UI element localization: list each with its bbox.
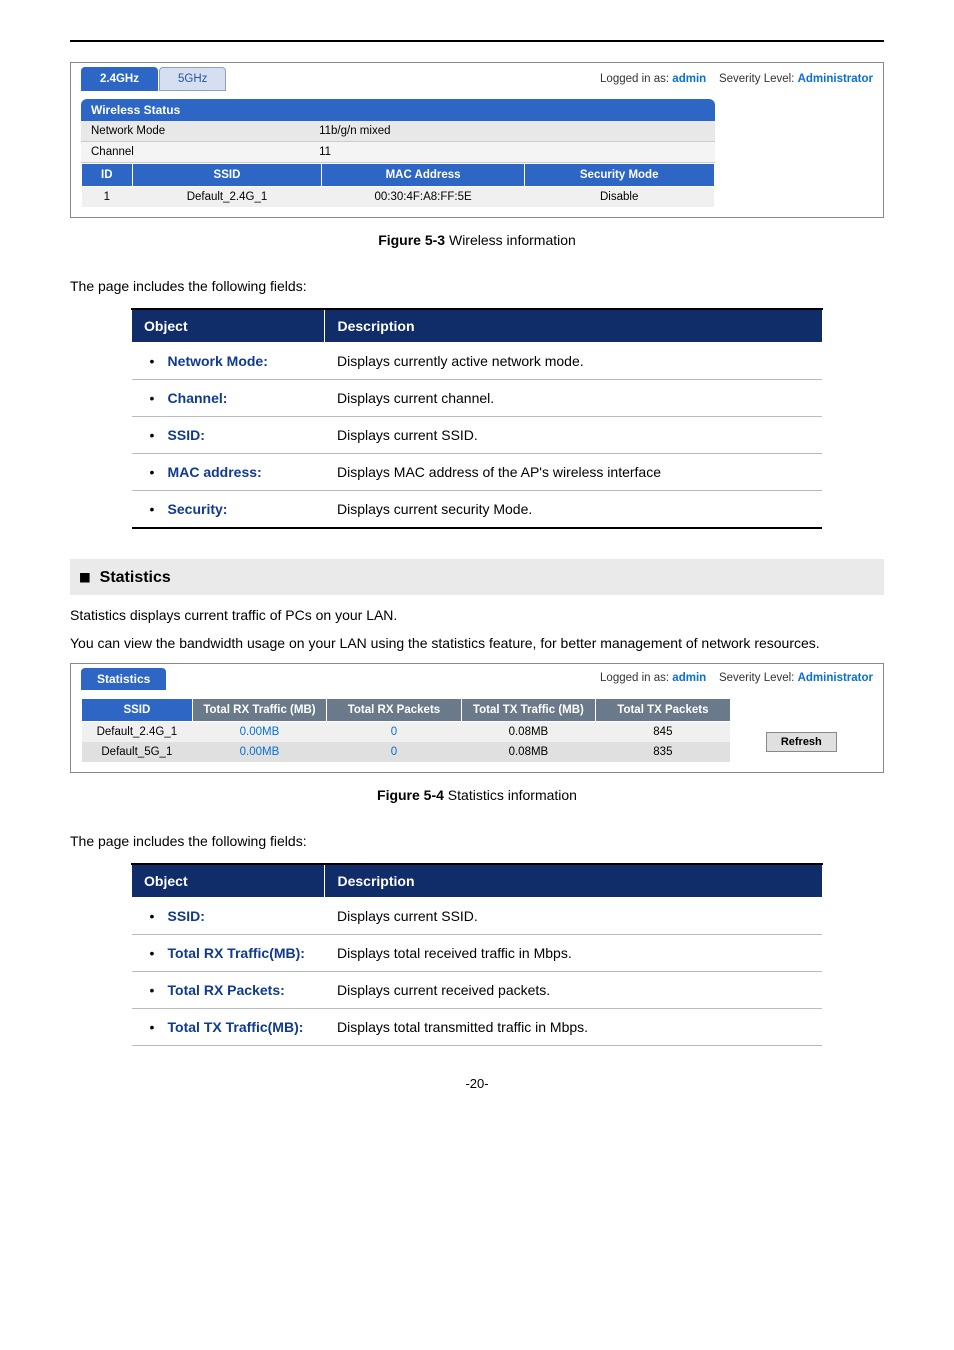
stats-r1-txp: 835 <box>596 742 730 762</box>
stats-r0-txp: 845 <box>596 722 730 743</box>
figure-5-4-label: Figure 5-4 <box>377 787 444 803</box>
stats-col-rxmb: Total RX Traffic (MB) <box>192 699 326 722</box>
stats-r1-rxp: 0 <box>327 742 461 762</box>
stats-r0-txmb: 0.08MB <box>461 722 595 743</box>
logged-in-user-2: admin <box>672 672 706 684</box>
statistics-section-header: Statistics <box>81 668 166 690</box>
figure-5-3-text: Wireless information <box>445 232 576 248</box>
desc2-h-object: Object <box>132 864 325 898</box>
desc1-r2-desc: Displays current SSID. <box>325 417 822 454</box>
statistics-fields-table: Object Description SSID:Displays current… <box>131 863 823 1046</box>
col-security: Security Mode <box>524 164 714 187</box>
desc1-h-desc: Description <box>325 309 822 343</box>
stats-para-1: Statistics displays current traffic of P… <box>70 607 884 623</box>
severity-label-2: Severity Level: <box>719 672 794 684</box>
network-mode-value: 11b/g/n mixed <box>309 121 715 142</box>
desc1-r3-desc: Displays MAC address of the AP's wireles… <box>325 454 822 491</box>
logged-in-label-2: Logged in as: <box>600 672 669 684</box>
desc1-r0-obj: Network Mode: <box>132 343 325 380</box>
wireless-status-panel: 2.4GHz 5GHz Logged in as: admin Severity… <box>70 62 884 218</box>
desc2-r3-obj: Total TX Traffic(MB): <box>132 1009 325 1046</box>
row-security: Disable <box>524 187 714 208</box>
intro-text-1: The page includes the following fields: <box>70 278 884 294</box>
wireless-status-header: Wireless Status <box>81 99 715 121</box>
col-ssid: SSID <box>132 164 322 187</box>
figure-5-3-label: Figure 5-3 <box>378 232 445 248</box>
statistics-heading-text: Statistics <box>100 569 171 586</box>
stats-col-rxp: Total RX Packets <box>327 699 461 722</box>
statistics-table: SSID Total RX Traffic (MB) Total RX Pack… <box>81 698 873 762</box>
desc1-r4-desc: Displays current security Mode. <box>325 491 822 529</box>
col-id: ID <box>82 164 133 187</box>
figure-5-3-caption: Figure 5-3 Wireless information <box>70 232 884 248</box>
desc1-r1-obj: Channel: <box>132 380 325 417</box>
logged-in-label: Logged in as: <box>600 73 669 85</box>
desc2-r0-desc: Displays current SSID. <box>325 898 822 935</box>
logged-in-user: admin <box>672 73 706 85</box>
refresh-button[interactable]: Refresh <box>766 732 837 752</box>
desc1-r0-desc: Displays currently active network mode. <box>325 343 822 380</box>
stats-col-ssid: SSID <box>82 699 193 722</box>
stats-r0-rxp: 0 <box>327 722 461 743</box>
stats-r1-rxmb: 0.00MB <box>192 742 326 762</box>
band-tabs: 2.4GHz 5GHz <box>81 67 226 91</box>
desc2-r2-obj: Total RX Packets: <box>132 972 325 1009</box>
intro-text-2: The page includes the following fields: <box>70 833 884 849</box>
network-mode-label: Network Mode <box>81 121 309 142</box>
desc2-r2-desc: Displays current received packets. <box>325 972 822 1009</box>
desc2-r1-desc: Displays total received traffic in Mbps. <box>325 935 822 972</box>
desc2-h-desc: Description <box>325 864 822 898</box>
wireless-info-table: Network Mode 11b/g/n mixed Channel 11 <box>81 121 715 163</box>
desc2-r1-obj: Total RX Traffic(MB): <box>132 935 325 972</box>
row-id: 1 <box>82 187 133 208</box>
stats-para-2: You can view the bandwidth usage on your… <box>70 635 884 651</box>
row-mac: 00:30:4F:A8:FF:5E <box>322 187 524 208</box>
statistics-panel: Statistics Logged in as: admin Severity … <box>70 663 884 773</box>
login-info-2: Logged in as: admin Severity Level: Admi… <box>600 672 873 684</box>
desc1-r4-obj: Security: <box>132 491 325 529</box>
page-number: -20- <box>70 1076 884 1091</box>
severity-value-2: Administrator <box>798 672 873 684</box>
desc1-h-object: Object <box>132 309 325 343</box>
stats-col-txmb: Total TX Traffic (MB) <box>461 699 595 722</box>
login-info: Logged in as: admin Severity Level: Admi… <box>600 73 873 85</box>
wireless-fields-table: Object Description Network Mode:Displays… <box>131 308 823 529</box>
stats-r0-rxmb: 0.00MB <box>192 722 326 743</box>
desc1-r2-obj: SSID: <box>132 417 325 454</box>
statistics-heading: ■ Statistics <box>70 559 884 595</box>
stats-r1-txmb: 0.08MB <box>461 742 595 762</box>
stats-r0-ssid: Default_2.4G_1 <box>82 722 193 743</box>
desc2-r0-obj: SSID: <box>132 898 325 935</box>
severity-label: Severity Level: <box>719 73 794 85</box>
col-mac: MAC Address <box>322 164 524 187</box>
tab-5ghz[interactable]: 5GHz <box>159 67 226 91</box>
stats-col-txp: Total TX Packets <box>596 699 730 722</box>
page-top-rule <box>70 40 884 42</box>
figure-5-4-caption: Figure 5-4 Statistics information <box>70 787 884 803</box>
wireless-ssid-table: ID SSID MAC Address Security Mode 1 Defa… <box>81 163 715 207</box>
desc1-r1-desc: Displays current channel. <box>325 380 822 417</box>
row-ssid: Default_2.4G_1 <box>132 187 322 208</box>
desc1-r3-obj: MAC address: <box>132 454 325 491</box>
tab-2-4ghz[interactable]: 2.4GHz <box>81 67 158 91</box>
figure-5-4-text: Statistics information <box>444 787 577 803</box>
stats-r1-ssid: Default_5G_1 <box>82 742 193 762</box>
channel-label: Channel <box>81 142 309 163</box>
desc2-r3-desc: Displays total transmitted traffic in Mb… <box>325 1009 822 1046</box>
bullet-square-icon: ■ <box>80 567 90 586</box>
channel-value: 11 <box>309 142 715 163</box>
severity-value: Administrator <box>798 73 873 85</box>
